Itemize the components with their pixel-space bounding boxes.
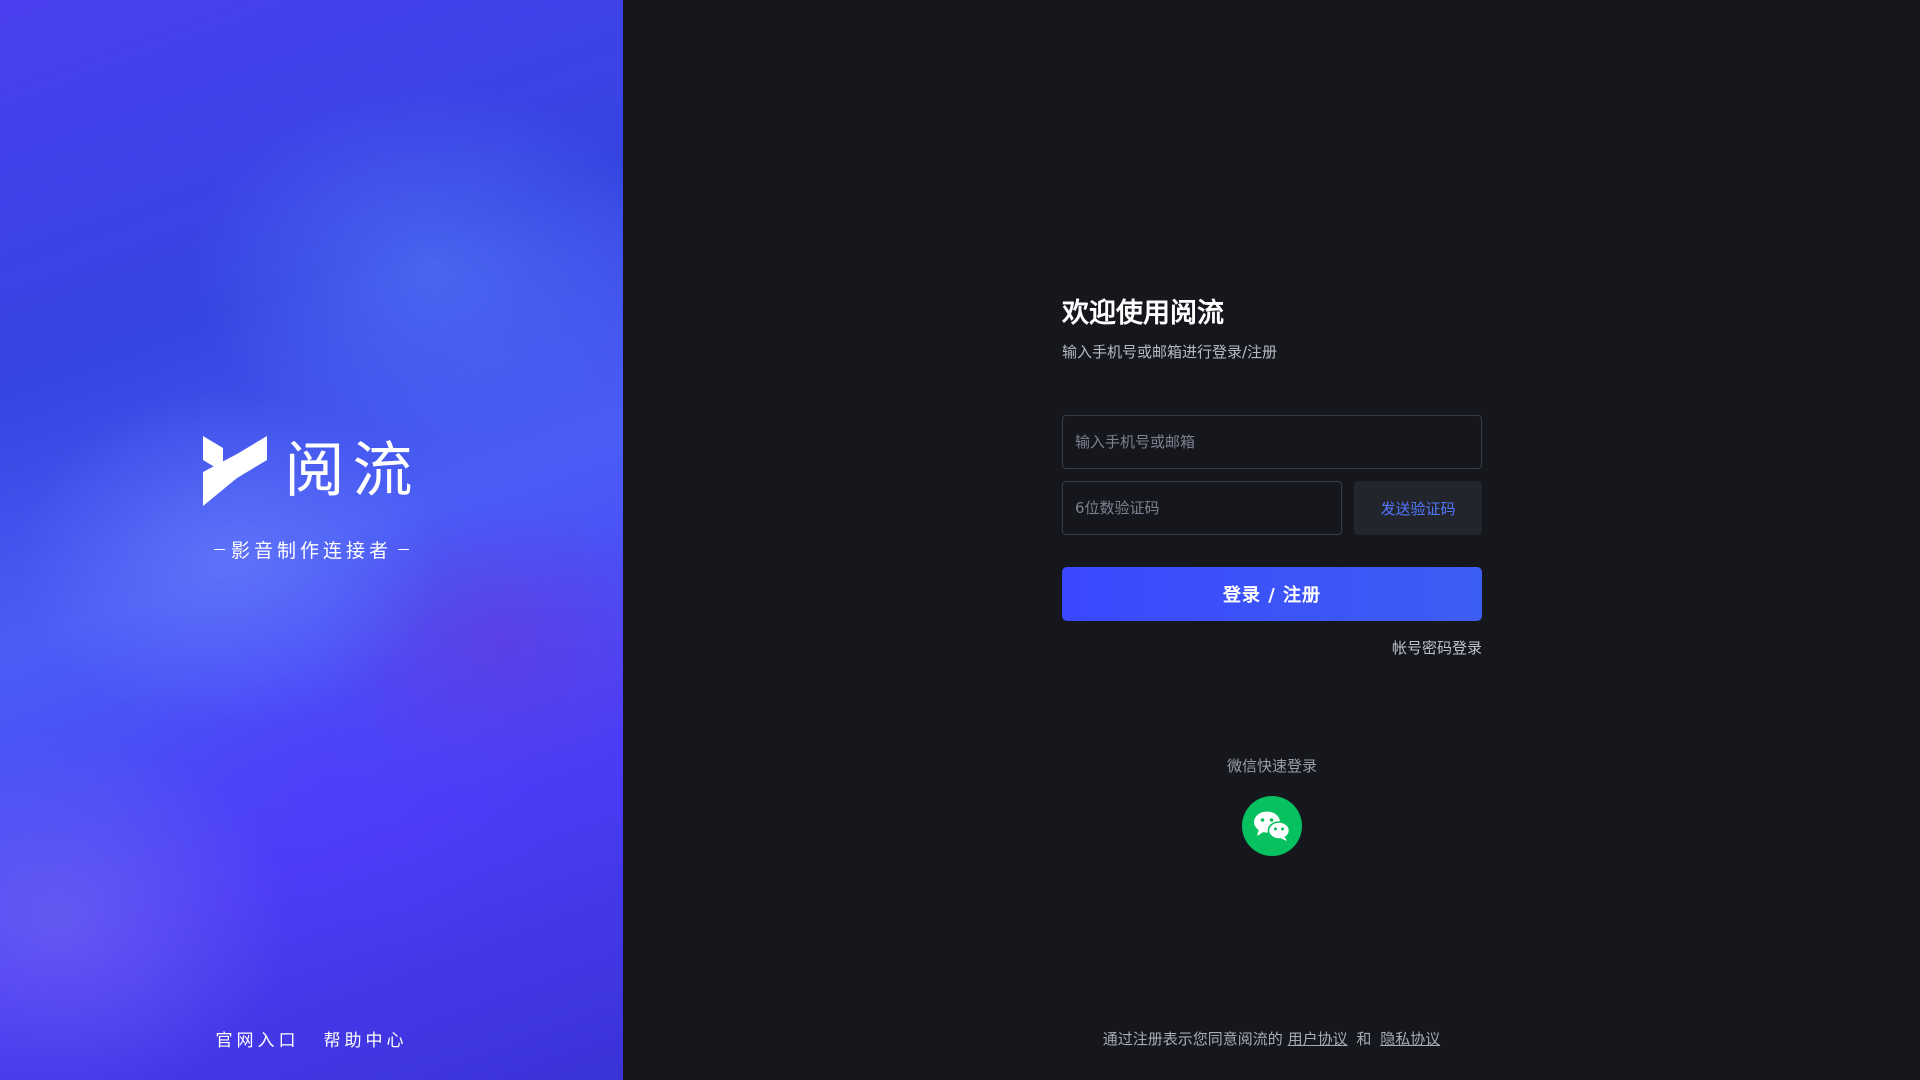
wechat-icon [1254,811,1290,841]
user-agreement-link[interactable]: 用户协议 [1288,1030,1348,1048]
verification-code-input[interactable] [1062,481,1342,535]
logo-mark-icon [202,436,267,506]
slogan: 影音制作连接者 [208,536,415,563]
brand-panel: 阅流 影音制作连接者 官网入口 帮助中心 [0,0,623,1080]
login-form: 欢迎使用阅流 输入手机号或邮箱进行登录/注册 发送验证码 登录 / 注册 帐号密… [1062,296,1482,658]
login-register-button[interactable]: 登录 / 注册 [1062,567,1482,621]
logo: 阅流 [202,436,421,506]
official-site-link[interactable]: 官网入口 [216,1026,300,1051]
login-page: 阅流 影音制作连接者 官网入口 帮助中心 欢迎使用阅流 输入手机号或邮箱进行登录… [0,0,1920,1080]
wechat-login-button[interactable] [1242,796,1302,856]
account-input[interactable] [1062,415,1482,469]
wechat-login-label: 微信快速登录 [1226,757,1317,775]
brand-block: 阅流 影音制作连接者 [0,436,623,563]
app-name: 阅流 [284,436,421,506]
wechat-login: 微信快速登录 [1062,756,1482,856]
send-code-button[interactable]: 发送验证码 [1354,481,1482,535]
agreement-prefix: 通过注册表示您同意阅流的 [1102,1030,1283,1048]
alt-login-row: 帐号密码登录 [1062,637,1482,658]
agreement-conjunction: 和 [1356,1030,1372,1048]
slogan-dash-left [213,548,225,551]
brand-links: 官网入口 帮助中心 [0,1026,623,1051]
form-subtitle: 输入手机号或邮箱进行登录/注册 [1062,343,1278,361]
form-title: 欢迎使用阅流 [1062,298,1224,329]
help-center-link[interactable]: 帮助中心 [324,1026,408,1051]
password-login-link[interactable]: 帐号密码登录 [1392,637,1482,658]
slogan-dash-right [398,548,409,551]
verification-code-row: 发送验证码 [1062,481,1482,535]
privacy-policy-link[interactable]: 隐私协议 [1380,1030,1440,1048]
agreement-text: 通过注册表示您同意阅流的 用户协议 和 隐私协议 [623,1029,1920,1049]
form-panel: 欢迎使用阅流 输入手机号或邮箱进行登录/注册 发送验证码 登录 / 注册 帐号密… [623,0,1920,1080]
slogan-text: 影音制作连接者 [230,540,392,562]
